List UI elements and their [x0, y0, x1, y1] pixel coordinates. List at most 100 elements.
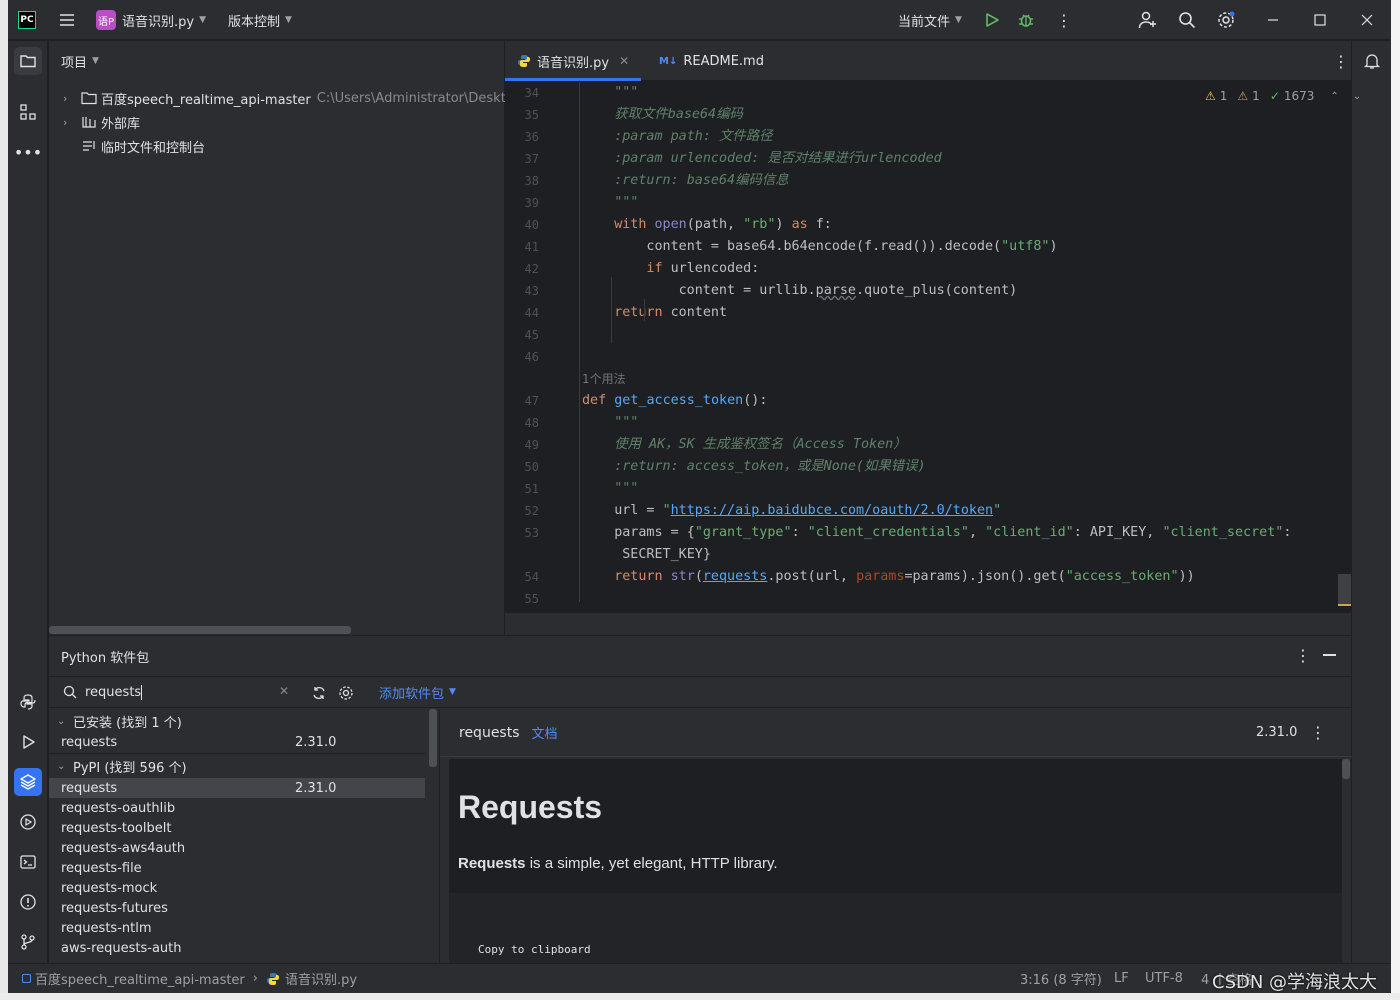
- file-title: 语音识别.py: [122, 14, 195, 30]
- installed-package-row[interactable]: requests 2.31.0: [49, 732, 425, 754]
- refresh-icon[interactable]: [311, 685, 327, 701]
- package-name: requests-oauthlib: [61, 800, 176, 816]
- app-logo[interactable]: PC: [18, 0, 36, 40]
- add-user-icon: [1138, 11, 1156, 29]
- usage-hint[interactable]: 1个用法: [582, 368, 626, 390]
- bell-icon: [1363, 54, 1381, 69]
- code-line: return str(requests.post(url, params=par…: [614, 569, 1195, 584]
- package-readme: Requests Requests is a simple, yet elega…: [449, 759, 1350, 963]
- project-selector[interactable]: 语P 语音识别.py ▼: [96, 0, 206, 40]
- tabs-more-button[interactable]: ⋮: [1333, 41, 1349, 81]
- package-details: requests 文档 2.31.0 ⋮ Requests Requests i…: [439, 709, 1352, 963]
- breadcrumb-project[interactable]: 百度speech_realtime_api-master: [35, 969, 245, 988]
- pypi-package-row[interactable]: requests-file: [49, 858, 425, 878]
- tab-label: 语音识别.py: [537, 55, 610, 71]
- readme-scrollbar[interactable]: [1342, 759, 1350, 779]
- more-vertical-icon[interactable]: ⋮: [1310, 723, 1326, 742]
- more-vertical-icon: ⋮: [1056, 10, 1072, 30]
- close-tab-icon[interactable]: ✕: [619, 54, 629, 68]
- package-search-input[interactable]: requests: [85, 677, 275, 707]
- scratches-icon: [83, 141, 95, 151]
- python-packages-tool-button[interactable]: [14, 768, 42, 796]
- ide-window: PC 语P 语音识别.py ▼ 版本控制 ▼ 当前文件 ▼ ⋮ ••• 项目 ▼…: [8, 0, 1391, 993]
- tree-item-label: 百度speech_realtime_api-master: [101, 92, 311, 108]
- problems-tool-button[interactable]: [14, 888, 42, 916]
- readme-rest: is a simple, yet elegant, HTTP library.: [525, 855, 778, 872]
- tab-readme-md[interactable]: M↓ README.md: [659, 41, 764, 81]
- pypi-package-row[interactable]: requests-aws4auth: [49, 838, 425, 858]
- tree-item-project-root[interactable]: › 百度speech_realtime_api-master C:\Users\…: [63, 86, 522, 110]
- minimize-button[interactable]: [1266, 0, 1280, 40]
- clear-search-icon[interactable]: ✕: [279, 684, 289, 698]
- vcs-menu[interactable]: 版本控制 ▼: [228, 0, 292, 40]
- tree-item-scratches[interactable]: 临时文件和控制台: [81, 134, 205, 158]
- chevron-down-icon: ⌄: [57, 760, 66, 772]
- services-tool-button[interactable]: [14, 808, 42, 836]
- settings-button[interactable]: [1216, 0, 1236, 40]
- horizontal-scrollbar[interactable]: [49, 626, 351, 634]
- structure-tool-button[interactable]: [14, 98, 42, 126]
- more-actions-button[interactable]: ⋮: [1056, 0, 1072, 40]
- tab-speech-recognition-py[interactable]: 语音识别.py ✕: [517, 41, 629, 81]
- copy-to-clipboard-button[interactable]: Copy to clipboard: [478, 943, 591, 956]
- code-line: """: [614, 85, 639, 100]
- code-line: return content: [614, 305, 728, 320]
- pypi-package-row[interactable]: requests-ntlm: [49, 918, 425, 938]
- add-package-label: 添加软件包: [379, 686, 445, 702]
- debug-button[interactable]: [1017, 0, 1035, 40]
- docs-link[interactable]: 文档: [532, 723, 558, 742]
- structure-icon: [20, 104, 36, 120]
- editor: 语音识别.py ✕ M↓ README.md ⋮ ⚠ 1 ⚠ 1 ✓ 1673 ⌃ ⌄…: [505, 41, 1361, 635]
- readme-bold: Requests: [458, 855, 526, 872]
- code-area[interactable]: """ 获取文件base64编码:param path: 文件路径:param u…: [505, 82, 1351, 612]
- editor-scrollbar-thumb[interactable]: [1338, 574, 1351, 606]
- notifications-button[interactable]: [1358, 47, 1386, 75]
- indent-guide: [579, 82, 580, 602]
- more-tools-button[interactable]: •••: [14, 138, 42, 166]
- code-with-me-button[interactable]: [1138, 0, 1158, 40]
- pypi-package-row[interactable]: requests-mock: [49, 878, 425, 898]
- search-everywhere-button[interactable]: [1178, 0, 1196, 40]
- package-version: 2.31.0: [295, 780, 337, 796]
- project-panel: 项目 ▼ › 百度speech_realtime_api-master C:\U…: [49, 41, 522, 635]
- package-list-scrollbar[interactable]: [429, 709, 437, 767]
- git-tool-button[interactable]: [14, 928, 42, 956]
- pypi-group-header[interactable]: ⌄ PyPI (找到 596 个): [49, 755, 425, 777]
- breadcrumb-file[interactable]: 语音识别.py: [285, 969, 357, 988]
- chevron-down-icon[interactable]: ⌄: [1353, 91, 1361, 102]
- pypi-package-row[interactable]: aws-requests-auth: [49, 938, 425, 958]
- file-encoding[interactable]: UTF-8: [1145, 971, 1183, 986]
- python-console-button[interactable]: [14, 688, 42, 716]
- pypi-package-row[interactable]: requests 2.31.0: [49, 778, 425, 798]
- hide-panel-button[interactable]: [1323, 654, 1336, 656]
- close-icon: [1361, 14, 1373, 26]
- maximize-button[interactable]: [1313, 0, 1327, 40]
- installed-group-header[interactable]: ⌄ 已安装 (找到 1 个): [49, 710, 425, 732]
- run-config-selector[interactable]: 当前文件 ▼: [898, 0, 962, 40]
- pypi-package-row[interactable]: requests-toolbelt: [49, 818, 425, 838]
- main-menu-button[interactable]: [58, 0, 76, 40]
- active-tab-indicator: [505, 78, 641, 81]
- add-package-button[interactable]: 添加软件包 ▼: [379, 677, 456, 707]
- terminal-tool-button[interactable]: [14, 848, 42, 876]
- status-bar: 百度speech_realtime_api-master › 语音识别.py 3…: [8, 963, 1391, 993]
- gear-icon[interactable]: [338, 685, 354, 701]
- panel-options-button[interactable]: ⋮: [1295, 646, 1311, 665]
- project-panel-header[interactable]: 项目 ▼: [61, 41, 99, 81]
- more-horizontal-icon: •••: [13, 142, 43, 162]
- line-separator[interactable]: LF: [1114, 971, 1129, 986]
- pypi-package-row[interactable]: requests-oauthlib: [49, 798, 425, 818]
- package-name: requests-futures: [61, 900, 168, 916]
- scroll-position-marker: [1338, 604, 1351, 606]
- caret-position[interactable]: 3:16 (8 字符): [1020, 969, 1102, 988]
- package-name: requests-toolbelt: [61, 820, 172, 836]
- close-window-button[interactable]: [1360, 0, 1374, 40]
- run-button[interactable]: [984, 0, 1000, 40]
- git-branch-icon: [21, 934, 35, 950]
- project-tool-button[interactable]: [14, 47, 42, 75]
- package-name: requests-aws4auth: [61, 840, 186, 856]
- run-tool-button[interactable]: [14, 728, 42, 756]
- package-list: ⌄ 已安装 (找到 1 个) requests 2.31.0 ⌄ PyPI (找…: [49, 709, 437, 963]
- tree-item-external-libraries[interactable]: › 外部库: [63, 110, 140, 134]
- pypi-package-row[interactable]: requests-futures: [49, 898, 425, 918]
